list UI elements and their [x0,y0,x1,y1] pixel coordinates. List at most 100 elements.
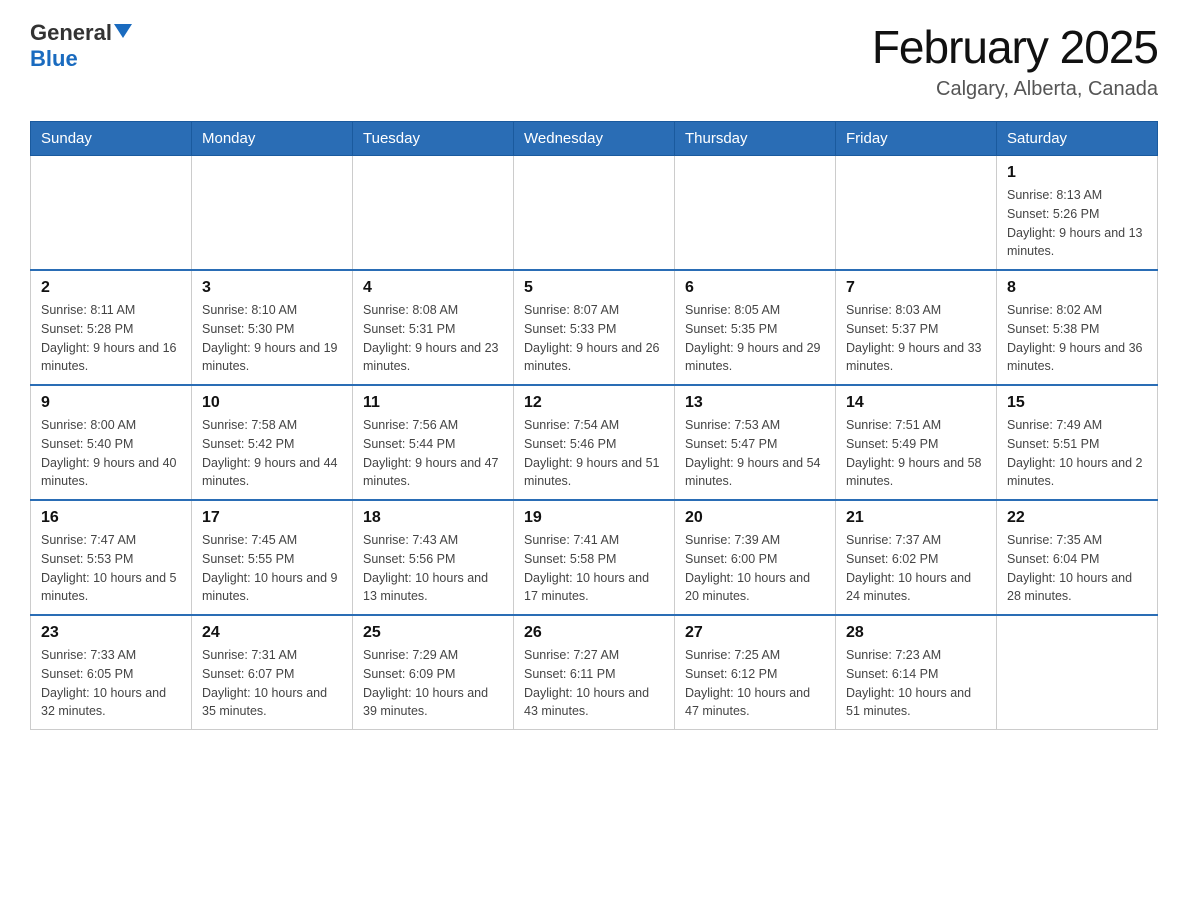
day-info: Sunrise: 8:03 AM Sunset: 5:37 PM Dayligh… [846,301,986,376]
logo: General Blue [30,20,132,72]
day-number: 23 [41,624,181,642]
day-number: 4 [363,279,503,297]
page-header: General Blue February 2025 Calgary, Albe… [30,20,1158,101]
day-number: 24 [202,624,342,642]
day-number: 14 [846,394,986,412]
calendar-day-cell: 24 Sunrise: 7:31 AM Sunset: 6:07 PM Dayli… [192,615,353,730]
day-info: Sunrise: 7:23 AM Sunset: 6:14 PM Dayligh… [846,646,986,721]
calendar-week-row: 9 Sunrise: 8:00 AM Sunset: 5:40 PM Daylig… [31,385,1158,500]
day-number: 2 [41,279,181,297]
day-info: Sunrise: 7:51 AM Sunset: 5:49 PM Dayligh… [846,416,986,491]
day-number: 13 [685,394,825,412]
calendar-day-cell: 22 Sunrise: 7:35 AM Sunset: 6:04 PM Dayli… [997,500,1158,615]
day-number: 1 [1007,164,1147,182]
day-info: Sunrise: 7:29 AM Sunset: 6:09 PM Dayligh… [363,646,503,721]
day-info: Sunrise: 8:13 AM Sunset: 5:26 PM Dayligh… [1007,186,1147,261]
day-info: Sunrise: 8:00 AM Sunset: 5:40 PM Dayligh… [41,416,181,491]
column-header-tuesday: Tuesday [353,122,514,156]
day-number: 7 [846,279,986,297]
day-number: 5 [524,279,664,297]
day-number: 22 [1007,509,1147,527]
logo-general-text: General [30,20,112,46]
calendar-week-row: 1 Sunrise: 8:13 AM Sunset: 5:26 PM Daylig… [31,156,1158,271]
calendar-day-cell: 25 Sunrise: 7:29 AM Sunset: 6:09 PM Dayli… [353,615,514,730]
calendar-header-row: SundayMondayTuesdayWednesdayThursdayFrid… [31,122,1158,156]
month-title: February 2025 [872,20,1158,74]
day-info: Sunrise: 7:58 AM Sunset: 5:42 PM Dayligh… [202,416,342,491]
calendar-day-cell [997,615,1158,730]
day-info: Sunrise: 7:53 AM Sunset: 5:47 PM Dayligh… [685,416,825,491]
calendar-day-cell: 14 Sunrise: 7:51 AM Sunset: 5:49 PM Dayli… [836,385,997,500]
calendar-day-cell: 18 Sunrise: 7:43 AM Sunset: 5:56 PM Dayli… [353,500,514,615]
calendar-day-cell [192,156,353,271]
day-number: 10 [202,394,342,412]
calendar-day-cell: 17 Sunrise: 7:45 AM Sunset: 5:55 PM Dayli… [192,500,353,615]
calendar-day-cell: 6Sunrise: 8:05 AM Sunset: 5:35 PM Daylig… [675,270,836,385]
day-info: Sunrise: 7:49 AM Sunset: 5:51 PM Dayligh… [1007,416,1147,491]
column-header-monday: Monday [192,122,353,156]
calendar-day-cell: 26 Sunrise: 7:27 AM Sunset: 6:11 PM Dayli… [514,615,675,730]
day-number: 18 [363,509,503,527]
day-info: Sunrise: 7:39 AM Sunset: 6:00 PM Dayligh… [685,531,825,606]
calendar-week-row: 2 Sunrise: 8:11 AM Sunset: 5:28 PM Daylig… [31,270,1158,385]
calendar-day-cell: 8 Sunrise: 8:02 AM Sunset: 5:38 PM Daylig… [997,270,1158,385]
location-title: Calgary, Alberta, Canada [872,78,1158,101]
day-info: Sunrise: 7:56 AM Sunset: 5:44 PM Dayligh… [363,416,503,491]
calendar-day-cell: 12Sunrise: 7:54 AM Sunset: 5:46 PM Dayli… [514,385,675,500]
day-info: Sunrise: 7:45 AM Sunset: 5:55 PM Dayligh… [202,531,342,606]
day-info: Sunrise: 7:41 AM Sunset: 5:58 PM Dayligh… [524,531,664,606]
calendar-day-cell: 7 Sunrise: 8:03 AM Sunset: 5:37 PM Daylig… [836,270,997,385]
day-info: Sunrise: 8:05 AM Sunset: 5:35 PM Dayligh… [685,301,825,376]
column-header-saturday: Saturday [997,122,1158,156]
calendar-week-row: 23 Sunrise: 7:33 AM Sunset: 6:05 PM Dayli… [31,615,1158,730]
calendar-week-row: 16 Sunrise: 7:47 AM Sunset: 5:53 PM Dayli… [31,500,1158,615]
day-number: 11 [363,394,503,412]
day-number: 16 [41,509,181,527]
day-number: 20 [685,509,825,527]
calendar-day-cell: 19Sunrise: 7:41 AM Sunset: 5:58 PM Dayli… [514,500,675,615]
day-number: 12 [524,394,664,412]
day-info: Sunrise: 7:47 AM Sunset: 5:53 PM Dayligh… [41,531,181,606]
day-info: Sunrise: 7:33 AM Sunset: 6:05 PM Dayligh… [41,646,181,721]
calendar-table: SundayMondayTuesdayWednesdayThursdayFrid… [30,121,1158,730]
day-info: Sunrise: 7:27 AM Sunset: 6:11 PM Dayligh… [524,646,664,721]
day-info: Sunrise: 7:43 AM Sunset: 5:56 PM Dayligh… [363,531,503,606]
calendar-day-cell: 16 Sunrise: 7:47 AM Sunset: 5:53 PM Dayli… [31,500,192,615]
day-info: Sunrise: 8:11 AM Sunset: 5:28 PM Dayligh… [41,301,181,376]
calendar-day-cell [836,156,997,271]
column-header-wednesday: Wednesday [514,122,675,156]
calendar-day-cell: 3Sunrise: 8:10 AM Sunset: 5:30 PM Daylig… [192,270,353,385]
calendar-day-cell: 23 Sunrise: 7:33 AM Sunset: 6:05 PM Dayli… [31,615,192,730]
calendar-day-cell [675,156,836,271]
day-number: 17 [202,509,342,527]
day-number: 3 [202,279,342,297]
day-number: 9 [41,394,181,412]
calendar-day-cell: 1 Sunrise: 8:13 AM Sunset: 5:26 PM Daylig… [997,156,1158,271]
calendar-day-cell: 2 Sunrise: 8:11 AM Sunset: 5:28 PM Daylig… [31,270,192,385]
calendar-day-cell: 13 Sunrise: 7:53 AM Sunset: 5:47 PM Dayli… [675,385,836,500]
day-info: Sunrise: 7:25 AM Sunset: 6:12 PM Dayligh… [685,646,825,721]
day-number: 27 [685,624,825,642]
day-info: Sunrise: 8:07 AM Sunset: 5:33 PM Dayligh… [524,301,664,376]
calendar-day-cell: 15 Sunrise: 7:49 AM Sunset: 5:51 PM Dayli… [997,385,1158,500]
calendar-day-cell: 4 Sunrise: 8:08 AM Sunset: 5:31 PM Daylig… [353,270,514,385]
day-info: Sunrise: 8:02 AM Sunset: 5:38 PM Dayligh… [1007,301,1147,376]
calendar-day-cell: 28Sunrise: 7:23 AM Sunset: 6:14 PM Dayli… [836,615,997,730]
column-header-sunday: Sunday [31,122,192,156]
calendar-day-cell [353,156,514,271]
day-number: 25 [363,624,503,642]
day-number: 8 [1007,279,1147,297]
calendar-day-cell: 27 Sunrise: 7:25 AM Sunset: 6:12 PM Dayli… [675,615,836,730]
calendar-day-cell [514,156,675,271]
day-info: Sunrise: 7:35 AM Sunset: 6:04 PM Dayligh… [1007,531,1147,606]
calendar-day-cell: 9 Sunrise: 8:00 AM Sunset: 5:40 PM Daylig… [31,385,192,500]
calendar-day-cell: 21Sunrise: 7:37 AM Sunset: 6:02 PM Dayli… [836,500,997,615]
calendar-day-cell: 11 Sunrise: 7:56 AM Sunset: 5:44 PM Dayli… [353,385,514,500]
day-number: 21 [846,509,986,527]
day-info: Sunrise: 8:08 AM Sunset: 5:31 PM Dayligh… [363,301,503,376]
logo-blue-text: Blue [30,46,78,72]
day-number: 26 [524,624,664,642]
calendar-day-cell: 5 Sunrise: 8:07 AM Sunset: 5:33 PM Daylig… [514,270,675,385]
day-number: 15 [1007,394,1147,412]
day-info: Sunrise: 7:31 AM Sunset: 6:07 PM Dayligh… [202,646,342,721]
